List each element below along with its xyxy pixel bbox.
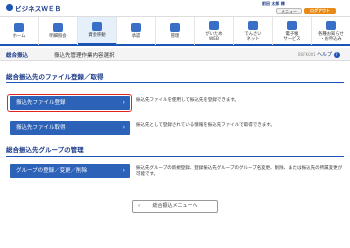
nav-label: 明細照会: [49, 34, 67, 39]
file-download-button[interactable]: 振込先ファイル取得 ›: [10, 121, 130, 135]
breadcrumb-section: 総合振込: [6, 53, 29, 59]
action-row-file-register: 振込先ファイル登録 › 振込先ファイルを使用して振込先を登録できます。: [7, 94, 340, 112]
nav-item-transfer[interactable]: 資金移動: [78, 17, 117, 45]
section2-title: 総合振込先グループの管理: [6, 146, 84, 154]
notice-icon: [326, 20, 336, 30]
nav-item-forex[interactable]: がいため WEB: [195, 17, 234, 45]
chevron-left-icon: ‹: [138, 203, 141, 209]
nav-item-admin[interactable]: 管理: [156, 17, 195, 45]
nav-label: がいため WEB: [205, 31, 223, 42]
action-row-group: グループの登録／変更／削除 › 振込先グループの新規登録、登録振込先グループのグ…: [10, 164, 342, 178]
section-divider: [6, 82, 344, 83]
back-label: 総合振込メニューへ: [152, 203, 198, 209]
nav-item-notice[interactable]: 各種お知らせ ・お申込み: [312, 17, 350, 45]
file-register-desc: 振込先ファイルを使用して振込先を登録できます。: [136, 98, 239, 103]
chevron-right-icon: ›: [122, 99, 125, 106]
menu-button[interactable]: メニュー: [276, 8, 302, 14]
admin-icon: [170, 23, 180, 32]
nav-item-statement[interactable]: 明細照会: [39, 17, 78, 45]
brand-logo: ビジネスＷＥＢ: [6, 3, 62, 13]
section-title-file: 総合振込先のファイル登録／取得: [0, 70, 350, 81]
file-register-label: 振込先ファイル登録: [16, 100, 66, 106]
file-download-label: 振込先ファイル取得: [16, 125, 66, 131]
section-divider: [6, 156, 344, 157]
nav-label: 各種お知らせ ・お申込み: [318, 31, 344, 42]
group-manage-label: グループの登録／変更／削除: [16, 168, 88, 174]
breadcrumb-page: 振込先管理作業内容選択: [54, 53, 115, 59]
breadcrumb: 総合振込 振込先管理作業内容選択 BSFK001 ヘルプ ?: [0, 48, 350, 61]
home-icon: [14, 23, 24, 32]
forex-icon: [209, 20, 219, 30]
nav-item-approval[interactable]: 承認: [117, 17, 156, 45]
file-register-button[interactable]: 振込先ファイル登録 ›: [10, 96, 130, 110]
nav-item-densai[interactable]: でんさい ネット: [234, 17, 273, 45]
nav-item-home[interactable]: ホーム: [0, 17, 39, 45]
question-icon: ?: [333, 51, 340, 58]
global-nav: ホーム 明細照会 資金移動 承認 管理 がいため WEB でんさい ネット 電子帳サ…: [0, 16, 350, 46]
user-info: 前田 太郎 様: [262, 1, 285, 6]
nav-label: 管理: [170, 34, 180, 39]
group-manage-desc: 振込先グループの新規登録、登録振込先グループのグループ名変更、削除、または振込先…: [136, 166, 343, 177]
densai-icon: [248, 20, 258, 30]
nav-item-ebook[interactable]: 電子帳 サービス: [273, 17, 312, 45]
logout-button[interactable]: ログアウト: [304, 8, 336, 14]
chevron-right-icon: ›: [122, 167, 125, 174]
nav-label: でんさい ネット: [244, 31, 262, 42]
nav-label: 承認: [131, 34, 141, 39]
transfer-icon: [92, 22, 102, 31]
chevron-right-icon: ›: [122, 124, 125, 131]
section1-title: 総合振込先のファイル登録／取得: [6, 73, 104, 81]
help-link[interactable]: ヘルプ ?: [317, 51, 340, 58]
action-row-file-download: 振込先ファイル取得 › 振込先として登録されている情報を振込先ファイルで取得でき…: [10, 121, 340, 135]
statement-icon: [53, 23, 63, 32]
user-name: 前田 太郎 様: [262, 1, 285, 6]
nav-label: 電子帳 サービス: [283, 31, 301, 42]
nav-label: ホーム: [12, 34, 26, 39]
brand-logo-icon: [6, 4, 13, 11]
approval-icon: [131, 23, 141, 32]
group-manage-button[interactable]: グループの登録／変更／削除 ›: [10, 164, 130, 178]
help-label: ヘルプ: [317, 52, 333, 58]
file-download-desc: 振込先として登録されている情報を振込先ファイルで取得できます。: [136, 123, 275, 128]
screen-id: BSFK001: [298, 51, 316, 57]
ebook-icon: [287, 20, 297, 30]
back-to-menu-button[interactable]: ‹ 総合振込メニューへ: [132, 200, 218, 213]
brand-name: ビジネスＷＥＢ: [15, 4, 62, 13]
top-header: ビジネスＷＥＢ 前田 太郎 様 メニュー ログアウト: [0, 0, 350, 14]
nav-label: 資金移動: [88, 33, 106, 38]
